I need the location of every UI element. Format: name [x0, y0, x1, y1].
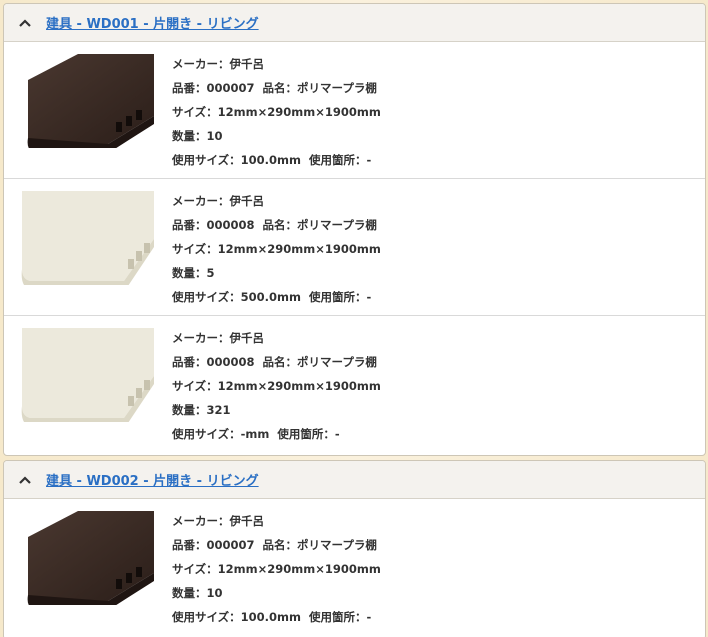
product-thumbnail: [27, 54, 154, 148]
maker-text: メーカー：伊千呂: [172, 514, 264, 528]
list-item: メーカー：伊千呂 品番：000008 品名：ポリマープラ棚 サイズ：12mm×29…: [4, 316, 705, 453]
usage-size-text: 使用サイズ：500.0mm: [172, 290, 301, 304]
usage-place-text: 使用箇所：-: [309, 290, 372, 304]
usage-place-text: 使用箇所：-: [309, 610, 372, 624]
section-panel: 建具 - WD002 - 片開き - リビング メーカー：伊千呂 品番：0000…: [3, 460, 706, 637]
maker-text: メーカー：伊千呂: [172, 57, 264, 71]
size-text: サイズ：12mm×290mm×1900mm: [172, 105, 381, 119]
item-info: メーカー：伊千呂 品番：000008 品名：ポリマープラ棚 サイズ：12mm×29…: [172, 189, 381, 309]
name-text: 品名：ポリマープラ棚: [262, 355, 377, 369]
code-text: 品番：000008: [172, 355, 255, 369]
usage-place-text: 使用箇所：-: [277, 427, 340, 441]
code-text: 品番：000007: [172, 538, 255, 552]
maker-text: メーカー：伊千呂: [172, 194, 264, 208]
usage-size-text: 使用サイズ：100.0mm: [172, 610, 301, 624]
item-info: メーカー：伊千呂 品番：000007 品名：ポリマープラ棚 サイズ：12mm×29…: [172, 509, 381, 629]
product-thumbnail: [21, 191, 154, 285]
quantity-text: 数量：5: [172, 266, 215, 280]
code-text: 品番：000008: [172, 218, 255, 232]
maker-text: メーカー：伊千呂: [172, 331, 264, 345]
quantity-text: 数量：10: [172, 586, 223, 600]
quantity-text: 数量：321: [172, 403, 231, 417]
product-thumbnail: [27, 511, 154, 605]
name-text: 品名：ポリマープラ棚: [262, 538, 377, 552]
section-title-link[interactable]: 建具 - WD002 - 片開き - リビング: [46, 470, 259, 489]
size-text: サイズ：12mm×290mm×1900mm: [172, 379, 381, 393]
list-item: メーカー：伊千呂 品番：000008 品名：ポリマープラ棚 サイズ：12mm×29…: [4, 179, 705, 316]
name-text: 品名：ポリマープラ棚: [262, 218, 377, 232]
section-header[interactable]: 建具 - WD002 - 片開き - リビング: [4, 461, 705, 499]
size-text: サイズ：12mm×290mm×1900mm: [172, 562, 381, 576]
code-text: 品番：000007: [172, 81, 255, 95]
usage-size-text: 使用サイズ：100.0mm: [172, 153, 301, 167]
section-header[interactable]: 建具 - WD001 - 片開き - リビング: [4, 4, 705, 42]
chevron-up-icon[interactable]: [18, 16, 32, 30]
section-title-link[interactable]: 建具 - WD001 - 片開き - リビング: [46, 13, 259, 32]
item-info: メーカー：伊千呂 品番：000008 品名：ポリマープラ棚 サイズ：12mm×29…: [172, 326, 381, 446]
section-panel: 建具 - WD001 - 片開き - リビング メーカー：伊千呂 品番：0000…: [3, 3, 706, 456]
list-item: メーカー：伊千呂 品番：000007 品名：ポリマープラ棚 サイズ：12mm×29…: [4, 499, 705, 636]
size-text: サイズ：12mm×290mm×1900mm: [172, 242, 381, 256]
product-thumbnail: [21, 328, 154, 422]
usage-place-text: 使用箇所：-: [309, 153, 372, 167]
item-info: メーカー：伊千呂 品番：000007 品名：ポリマープラ棚 サイズ：12mm×29…: [172, 52, 381, 172]
chevron-up-icon[interactable]: [18, 473, 32, 487]
list-item: メーカー：伊千呂 品番：000007 品名：ポリマープラ棚 サイズ：12mm×29…: [4, 42, 705, 179]
quantity-text: 数量：10: [172, 129, 223, 143]
name-text: 品名：ポリマープラ棚: [262, 81, 377, 95]
usage-size-text: 使用サイズ：-mm: [172, 427, 270, 441]
